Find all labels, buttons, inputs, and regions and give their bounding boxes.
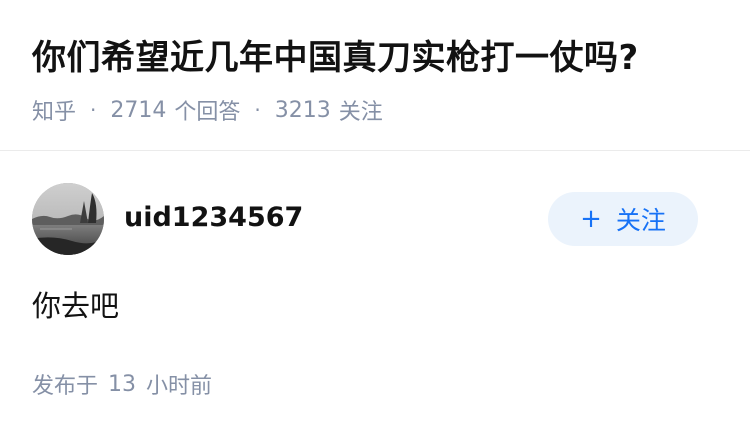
published-number: 13 (108, 371, 137, 397)
answer-count: 2714 (110, 97, 167, 123)
avatar-image (32, 183, 104, 255)
published-prefix: 发布于 (32, 374, 99, 399)
question-header: 你们希望近几年中国真刀实枪打一仗吗? 知乎 · 2714 个回答 · 3213 … (0, 0, 750, 151)
follow-count: 3213 (274, 97, 331, 123)
plus-icon: + (580, 204, 602, 234)
author-name[interactable]: uid1234567 (124, 201, 303, 235)
question-title[interactable]: 你们希望近几年中国真刀实枪打一仗吗? (32, 34, 639, 82)
follow-button-label: 关注 (615, 206, 666, 235)
follow-count-label: 关注 (338, 100, 383, 125)
meta-separator: · (254, 98, 261, 122)
source-label[interactable]: 知乎 (32, 94, 76, 126)
published-time: 发布于 13 小时前 (32, 368, 212, 400)
answer-author-row: uid1234567 + 关注 (32, 183, 718, 257)
avatar[interactable] (32, 183, 104, 255)
published-unit: 小时前 (146, 374, 213, 399)
meta-separator: · (90, 98, 97, 122)
follow-button[interactable]: + 关注 (548, 192, 698, 246)
question-meta: 知乎 · 2714 个回答 · 3213 关注 (32, 94, 383, 126)
answer-count-label[interactable]: 个回答 (174, 94, 240, 126)
answer-content[interactable]: 你去吧 (32, 286, 119, 326)
